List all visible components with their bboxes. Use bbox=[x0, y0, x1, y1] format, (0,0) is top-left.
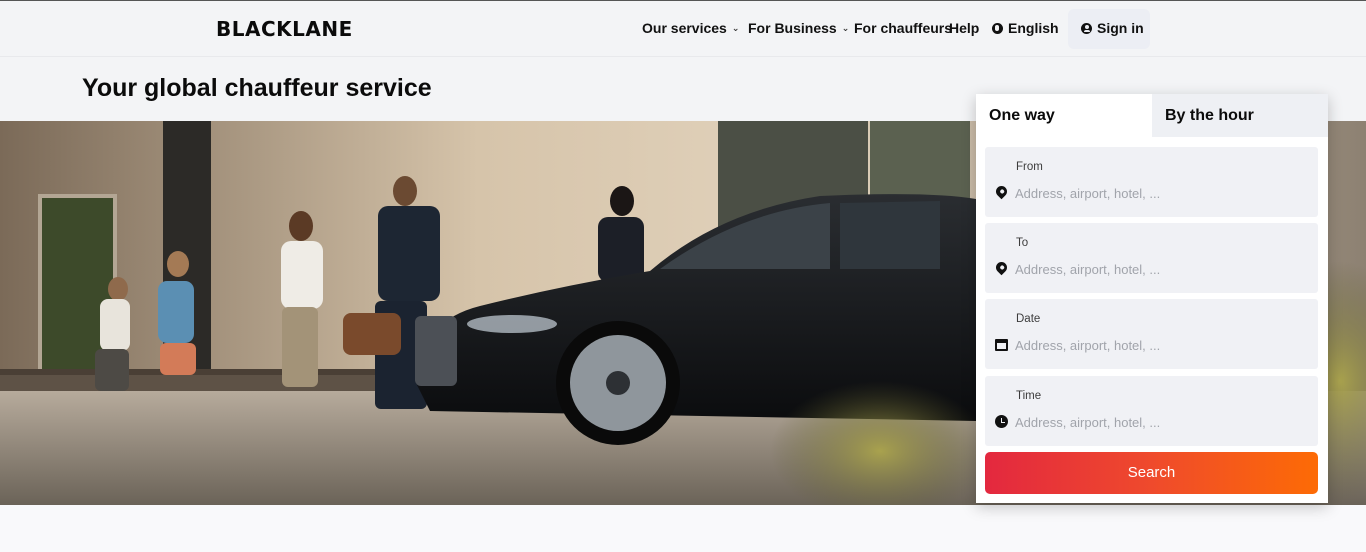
search-button[interactable]: Search bbox=[985, 452, 1318, 494]
to-label: To bbox=[1016, 237, 1029, 249]
time-input[interactable]: Address, airport, hotel, ... bbox=[1015, 415, 1160, 430]
language-selector[interactable]: English bbox=[992, 20, 1059, 36]
tab-one-way[interactable]: One way bbox=[976, 94, 1152, 137]
nav-our-services-label: Our services bbox=[642, 20, 727, 36]
location-pin-icon bbox=[993, 259, 1010, 276]
calendar-icon bbox=[995, 338, 1008, 352]
date-field[interactable]: Date Address, airport, hotel, ... bbox=[985, 299, 1318, 369]
date-label: Date bbox=[1016, 313, 1041, 325]
nav-our-services[interactable]: Our services ⌄ bbox=[642, 20, 739, 36]
chevron-down-icon: ⌄ bbox=[731, 23, 740, 33]
nav-for-business-label: For Business bbox=[748, 20, 837, 36]
location-pin-icon bbox=[993, 183, 1010, 200]
tab-by-the-hour[interactable]: By the hour bbox=[1152, 94, 1328, 137]
from-input[interactable]: Address, airport, hotel, ... bbox=[1015, 186, 1160, 201]
language-label: English bbox=[1008, 20, 1059, 36]
clock-icon bbox=[995, 415, 1008, 429]
nav-for-chauffeurs[interactable]: For chauffeurs bbox=[854, 20, 952, 36]
from-field[interactable]: From Address, airport, hotel, ... bbox=[985, 147, 1318, 217]
to-input[interactable]: Address, airport, hotel, ... bbox=[1015, 262, 1160, 277]
from-label: From bbox=[1016, 161, 1043, 173]
blacklane-logo[interactable]: BLACKLANE bbox=[216, 17, 353, 41]
page-title: Your global chauffeur service bbox=[82, 74, 432, 102]
nav-help-label: Help bbox=[949, 20, 980, 36]
globe-icon bbox=[992, 22, 1003, 34]
top-navigation-bar: BLACKLANE Our services ⌄ For Business ⌄ … bbox=[0, 1, 1366, 57]
nav-help[interactable]: Help bbox=[949, 20, 979, 36]
time-label: Time bbox=[1016, 390, 1042, 402]
page-below-hero bbox=[0, 505, 1366, 552]
sign-in-button[interactable]: Sign in bbox=[1068, 9, 1150, 49]
chevron-down-icon: ⌄ bbox=[841, 23, 850, 33]
sign-in-content: Sign in bbox=[1081, 20, 1144, 36]
nav-for-business[interactable]: For Business ⌄ bbox=[748, 20, 849, 36]
to-field[interactable]: To Address, airport, hotel, ... bbox=[985, 223, 1318, 293]
user-icon bbox=[1081, 22, 1092, 34]
sign-in-label: Sign in bbox=[1097, 20, 1144, 36]
time-field[interactable]: Time Address, airport, hotel, ... bbox=[985, 376, 1318, 446]
date-input[interactable]: Address, airport, hotel, ... bbox=[1015, 338, 1160, 353]
nav-for-chauffeurs-label: For chauffeurs bbox=[854, 20, 953, 36]
booking-widget: One way By the hour From Address, airpor… bbox=[976, 94, 1328, 503]
